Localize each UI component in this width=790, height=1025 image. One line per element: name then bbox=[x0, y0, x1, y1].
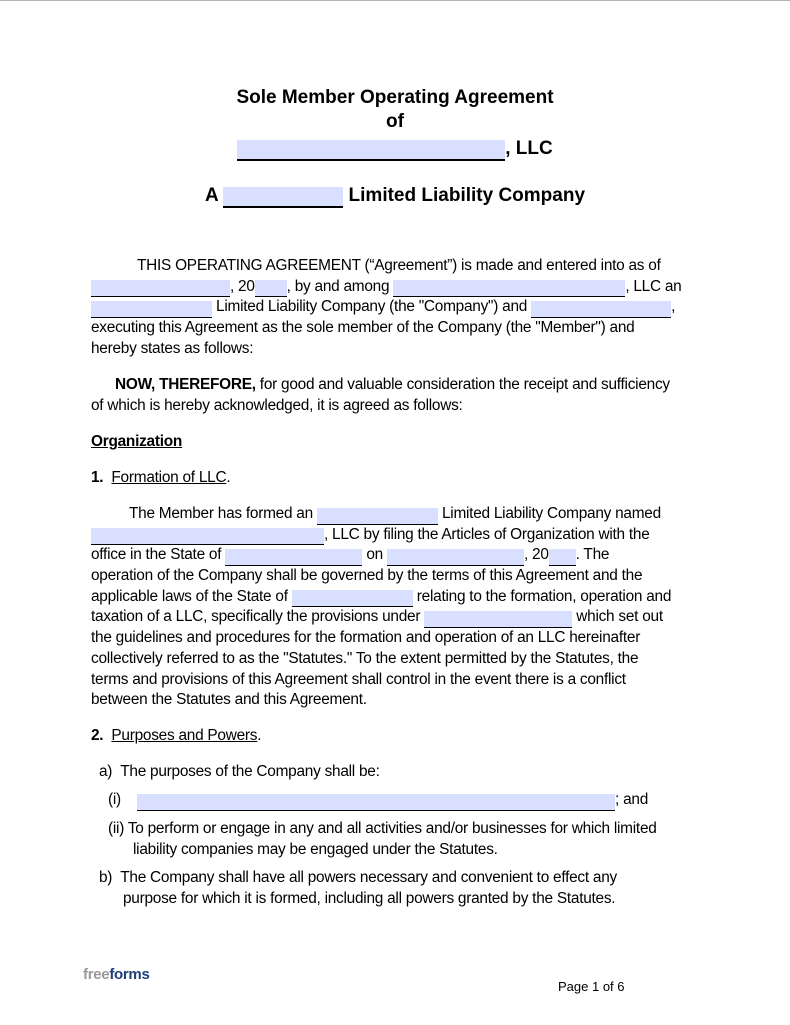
document-title-of: of bbox=[386, 111, 404, 132]
intro-line-1: THIS OPERATING AGREEMENT (“Agreement”) i… bbox=[137, 257, 661, 274]
llc-name-line: , LLC bbox=[0, 137, 790, 161]
company-name-field[interactable] bbox=[393, 280, 626, 298]
state-field-title[interactable] bbox=[223, 187, 344, 208]
section-2-heading: 2. Purposes and Powers. bbox=[91, 726, 701, 747]
text: . The bbox=[575, 546, 610, 564]
intro-paragraph: THIS OPERATING AGREEMENT (“Agreement”) i… bbox=[91, 256, 701, 359]
item-b-line-2: purpose for which it is formed, includin… bbox=[123, 889, 616, 907]
item-label: a) bbox=[99, 763, 113, 780]
purpose-field[interactable] bbox=[137, 793, 616, 811]
subtitle-prefix: A bbox=[204, 185, 218, 206]
intro-line-5: hereby states as follows: bbox=[91, 339, 254, 357]
section-2-item-i: (i) ; and bbox=[91, 790, 701, 811]
s1-line-5: applicable laws of the State of relating… bbox=[91, 587, 701, 608]
text: , LLC an bbox=[625, 277, 682, 295]
s1-line-4: operation of the Company shall be govern… bbox=[91, 567, 643, 585]
item-label: b) bbox=[99, 869, 113, 886]
intro-line-4: executing this Agreement as the sole mem… bbox=[91, 319, 635, 337]
filing-date-field[interactable] bbox=[386, 549, 524, 567]
text: , 20 bbox=[230, 277, 255, 295]
text: relating to the formation, operation and bbox=[416, 587, 672, 605]
text: To perform or engage in any and all acti… bbox=[127, 820, 657, 837]
llc-suffix: , LLC bbox=[505, 138, 553, 159]
section-2-item-a: a) The purposes of the Company shall be: bbox=[91, 762, 701, 783]
section-title: Formation of LLC bbox=[111, 469, 227, 486]
text: , by and among bbox=[286, 277, 390, 295]
text: office in the State of bbox=[91, 546, 222, 564]
item-b-line-1: b) The Company shall have all powers nec… bbox=[91, 868, 701, 889]
s1-line-6: taxation of a LLC, specifically the prov… bbox=[91, 607, 701, 629]
text: ; and bbox=[615, 791, 649, 808]
member-name-field[interactable] bbox=[531, 301, 672, 319]
text: on bbox=[366, 546, 383, 564]
text: . bbox=[257, 727, 262, 744]
section-2-title-line: 2. Purposes and Powers. bbox=[91, 726, 701, 747]
now-therefore-paragraph: NOW, THEREFORE, for good and valuable co… bbox=[91, 375, 701, 416]
document-title: Sole Member Operating Agreement bbox=[236, 87, 554, 108]
section-number: 1. bbox=[91, 469, 104, 486]
s1-line-7: the guidelines and procedures for the fo… bbox=[91, 629, 641, 647]
item-label: (ii) bbox=[108, 820, 125, 837]
s1-line-9: terms and provisions of this Agreement s… bbox=[91, 670, 626, 688]
text: which set out bbox=[576, 608, 663, 626]
llc-name-field[interactable] bbox=[237, 140, 506, 161]
text: . bbox=[226, 469, 231, 486]
now-therefore-bold: NOW, THEREFORE, bbox=[115, 376, 256, 393]
effective-date-field[interactable] bbox=[91, 280, 230, 298]
subtitle-suffix: Limited Liability Company bbox=[348, 185, 586, 206]
s1-line-10: between the Statutes and this Agreement. bbox=[91, 691, 367, 709]
section-1-heading: 1. Formation of LLC. bbox=[91, 468, 701, 489]
top-border bbox=[0, 0, 790, 1]
section-1-body: The Member has formed an Limited Liabili… bbox=[91, 504, 701, 711]
text: taxation of a LLC, specifically the prov… bbox=[91, 608, 421, 626]
item-label: (i) bbox=[108, 791, 121, 808]
section-2-item-ii: (ii) To perform or engage in any and all… bbox=[91, 819, 701, 860]
statute-field[interactable] bbox=[424, 611, 573, 629]
logo-free: free bbox=[83, 966, 110, 983]
organization-heading: Organization bbox=[91, 433, 183, 450]
text: Limited Liability Company named bbox=[441, 505, 661, 522]
s1-line-8: collectively referred to as the "Statute… bbox=[91, 649, 639, 667]
s1-line-3: office in the State of on , 20 . The bbox=[91, 545, 701, 567]
subtitle-line: A Limited Liability Company bbox=[0, 184, 790, 208]
section-2-item-b: b) The Company shall have all powers nec… bbox=[91, 868, 701, 909]
year-field[interactable] bbox=[254, 280, 287, 298]
text: , 20 bbox=[523, 546, 549, 564]
item-ii-line-2: liability companies may be engaged under… bbox=[133, 840, 498, 858]
item-ii-line-1: (ii) To perform or engage in any and all… bbox=[91, 819, 701, 840]
freeforms-logo: freeforms bbox=[83, 966, 150, 983]
now-therefore-line-1: NOW, THEREFORE, for good and valuable co… bbox=[91, 375, 701, 396]
state-field-intro[interactable] bbox=[91, 301, 212, 319]
formation-state-field[interactable] bbox=[316, 507, 438, 525]
text: The Member has formed an bbox=[129, 505, 313, 522]
s1-line-2: , LLC by filing the Articles of Organiza… bbox=[91, 525, 701, 546]
page-number: Page 1 of 6 bbox=[558, 979, 625, 994]
text: The Company shall have all powers necess… bbox=[120, 869, 617, 886]
now-therefore-line-2: of which is hereby acknowledged, it is a… bbox=[91, 396, 463, 414]
filing-year-field[interactable] bbox=[548, 549, 576, 567]
text: applicable laws of the State of bbox=[91, 587, 288, 605]
formed-company-name-field[interactable] bbox=[91, 528, 324, 546]
text: The purposes of the Company shall be: bbox=[120, 763, 380, 780]
item-i-line: (i) ; and bbox=[91, 790, 701, 811]
s1-line-1: The Member has formed an Limited Liabili… bbox=[91, 504, 701, 525]
section-1-title-line: 1. Formation of LLC. bbox=[91, 468, 701, 489]
intro-line-2: , 20 , by and among , LLC an bbox=[91, 277, 701, 298]
section-heading-organization: Organization bbox=[91, 432, 701, 453]
filing-state-field[interactable] bbox=[225, 549, 363, 567]
governing-state-field[interactable] bbox=[291, 590, 413, 608]
text: for good and valuable consideration the … bbox=[255, 376, 670, 393]
section-title: Purposes and Powers bbox=[111, 727, 258, 744]
logo-forms: forms bbox=[109, 966, 150, 983]
intro-line-3: Limited Liability Company (the "Company"… bbox=[91, 297, 701, 319]
text: , bbox=[671, 298, 676, 316]
item-a-line: a) The purposes of the Company shall be: bbox=[91, 762, 701, 783]
text: Limited Liability Company (the "Company"… bbox=[216, 298, 528, 316]
section-number: 2. bbox=[91, 727, 104, 744]
text: , LLC by filing the Articles of Organiza… bbox=[324, 525, 650, 543]
